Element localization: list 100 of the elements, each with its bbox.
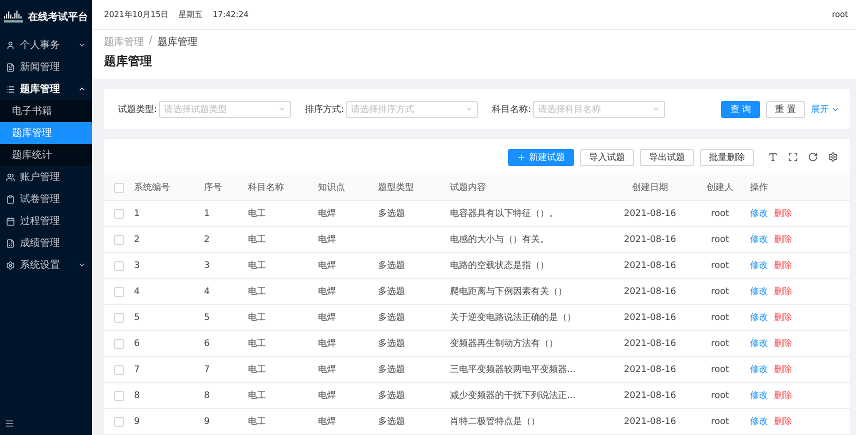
row-checkbox[interactable] [114,364,124,374]
table-cell-text: 爬电距离与下例因素有关（） [450,286,568,298]
row-checkbox[interactable] [114,312,124,322]
edit-link[interactable]: 修改 [750,207,768,220]
calendar-icon [6,216,15,226]
table-cell-text: 多选题 [378,416,406,428]
select-field[interactable]: 请选择排序方式 [346,100,478,118]
toolbar-button[interactable]: 导入试题 [580,148,634,166]
table-cell-text: 多选题 [378,364,406,376]
chevron-up-icon [78,85,86,93]
document-icon [6,62,15,72]
row-checkbox[interactable] [114,286,124,296]
weekday-text: 星期五 [178,9,203,20]
table-cell-text: 关于逆变电路说法正确的是（） [450,312,577,324]
delete-link[interactable]: 删除 [774,233,792,246]
settings-icon[interactable] [828,152,838,162]
table-cell-text: 电工 [248,260,267,272]
table-cell-text: 多选题 [378,338,406,350]
delete-link[interactable]: 删除 [774,259,792,272]
text-size-icon[interactable] [768,152,778,162]
table-cell-text: 2021-08-16 [622,286,678,296]
menu-item[interactable]: 系统设置 [0,254,92,276]
reset-button[interactable]: 重 置 [766,100,805,118]
row-checkbox[interactable] [114,208,124,218]
table-cell-text: 多选题 [378,312,406,324]
column-header: 知识点 [318,182,346,194]
delete-link[interactable]: 删除 [774,389,792,402]
table-cell-text: 电焊 [318,364,337,376]
table-cell-text: root [710,234,730,244]
submenu-item[interactable]: 题库统计 [0,144,92,166]
edit-link[interactable]: 修改 [750,363,768,376]
table-cell-text: 电工 [248,364,267,376]
delete-link[interactable]: 删除 [774,337,792,350]
select-field[interactable]: 请选择科目名称 [533,100,666,118]
table-cell-text: 4 [134,286,141,296]
menu-item[interactable]: 账户管理 [0,166,92,188]
select-all-checkbox[interactable] [114,182,124,192]
fullscreen-icon[interactable] [788,152,798,162]
table-cell-text: 电工 [248,390,267,402]
expand-link[interactable]: 展开 [811,102,840,116]
menu-item[interactable]: 过程管理 [0,210,92,232]
collapse-menu-icon[interactable] [5,418,14,428]
edit-link[interactable]: 修改 [750,311,768,324]
table-cell-text: 5 [204,312,211,322]
breadcrumb-item[interactable]: 题库管理 [157,35,198,49]
clipboard-icon [6,194,15,204]
row-checkbox[interactable] [114,234,124,244]
table-cell-text: 电工 [248,416,267,428]
chevron-down-icon [78,261,86,269]
table-cell-text: 2021-08-16 [622,312,678,322]
breadcrumb-item[interactable]: 题库管理 [104,35,144,49]
submenu-item[interactable]: 题库管理 [0,122,92,144]
toolbar-button[interactable]: 批量删除 [700,148,754,166]
edit-link[interactable]: 修改 [750,389,768,402]
edit-link[interactable]: 修改 [750,233,768,246]
table-cell-text: 6 [204,338,211,348]
toolbar-button[interactable]: 导出试题 [640,148,694,166]
table-cell-text: 1 [134,208,141,218]
table-cell-text: 多选题 [378,260,406,272]
filter-label: 试题类型: [118,104,158,116]
delete-link[interactable]: 删除 [774,311,792,324]
table-cell-text: root [710,338,730,348]
table-cell-text: 1 [204,208,211,218]
user-icon [6,40,15,50]
submenu-item[interactable]: 电子书籍 [0,100,92,122]
select-field[interactable]: 请选择试题类型 [159,100,292,118]
menu-item[interactable]: 个人事务 [0,34,92,56]
menu-item[interactable]: 试卷管理 [0,188,92,210]
menu-item[interactable]: 新闻管理 [0,56,92,78]
query-button[interactable]: 查 询 [721,100,760,118]
edit-link[interactable]: 修改 [750,285,768,298]
row-checkbox[interactable] [114,390,124,400]
delete-link[interactable]: 删除 [774,207,792,220]
table-cell-text: 9 [204,416,211,426]
table-cell-text: root [710,312,730,322]
delete-link[interactable]: 删除 [774,415,792,428]
edit-link[interactable]: 修改 [750,415,768,428]
delete-link[interactable]: 删除 [774,285,792,298]
delete-link[interactable]: 删除 [774,363,792,376]
table-cell-text: 电焊 [318,338,337,350]
user-name[interactable]: root [832,10,848,19]
refresh-icon[interactable] [808,152,818,162]
table-cell-text: 多选题 [378,286,406,298]
row-checkbox[interactable] [114,416,124,426]
menu-item[interactable]: 题库管理 [0,78,92,100]
row-checkbox[interactable] [114,260,124,270]
chevron-down-icon [652,105,660,113]
column-header: 题型类型 [378,182,415,194]
table-cell-text: 2021-08-16 [622,208,678,218]
row-checkbox[interactable] [114,338,124,348]
menu-item[interactable]: 成绩管理 [0,232,92,254]
toolbar-button[interactable]: 新建试题 [508,148,574,166]
table-cell-text: 8 [134,390,141,400]
table-cell-text: 9 [134,416,141,426]
edit-link[interactable]: 修改 [750,337,768,350]
table-cell-text: 电焊 [318,234,337,246]
table-cell-text: 2021-08-16 [622,234,678,244]
table-cell-text: 电容器具有以下特征（）。 [450,208,559,220]
table-cell-text: 2021-08-16 [622,338,678,348]
edit-link[interactable]: 修改 [750,259,768,272]
